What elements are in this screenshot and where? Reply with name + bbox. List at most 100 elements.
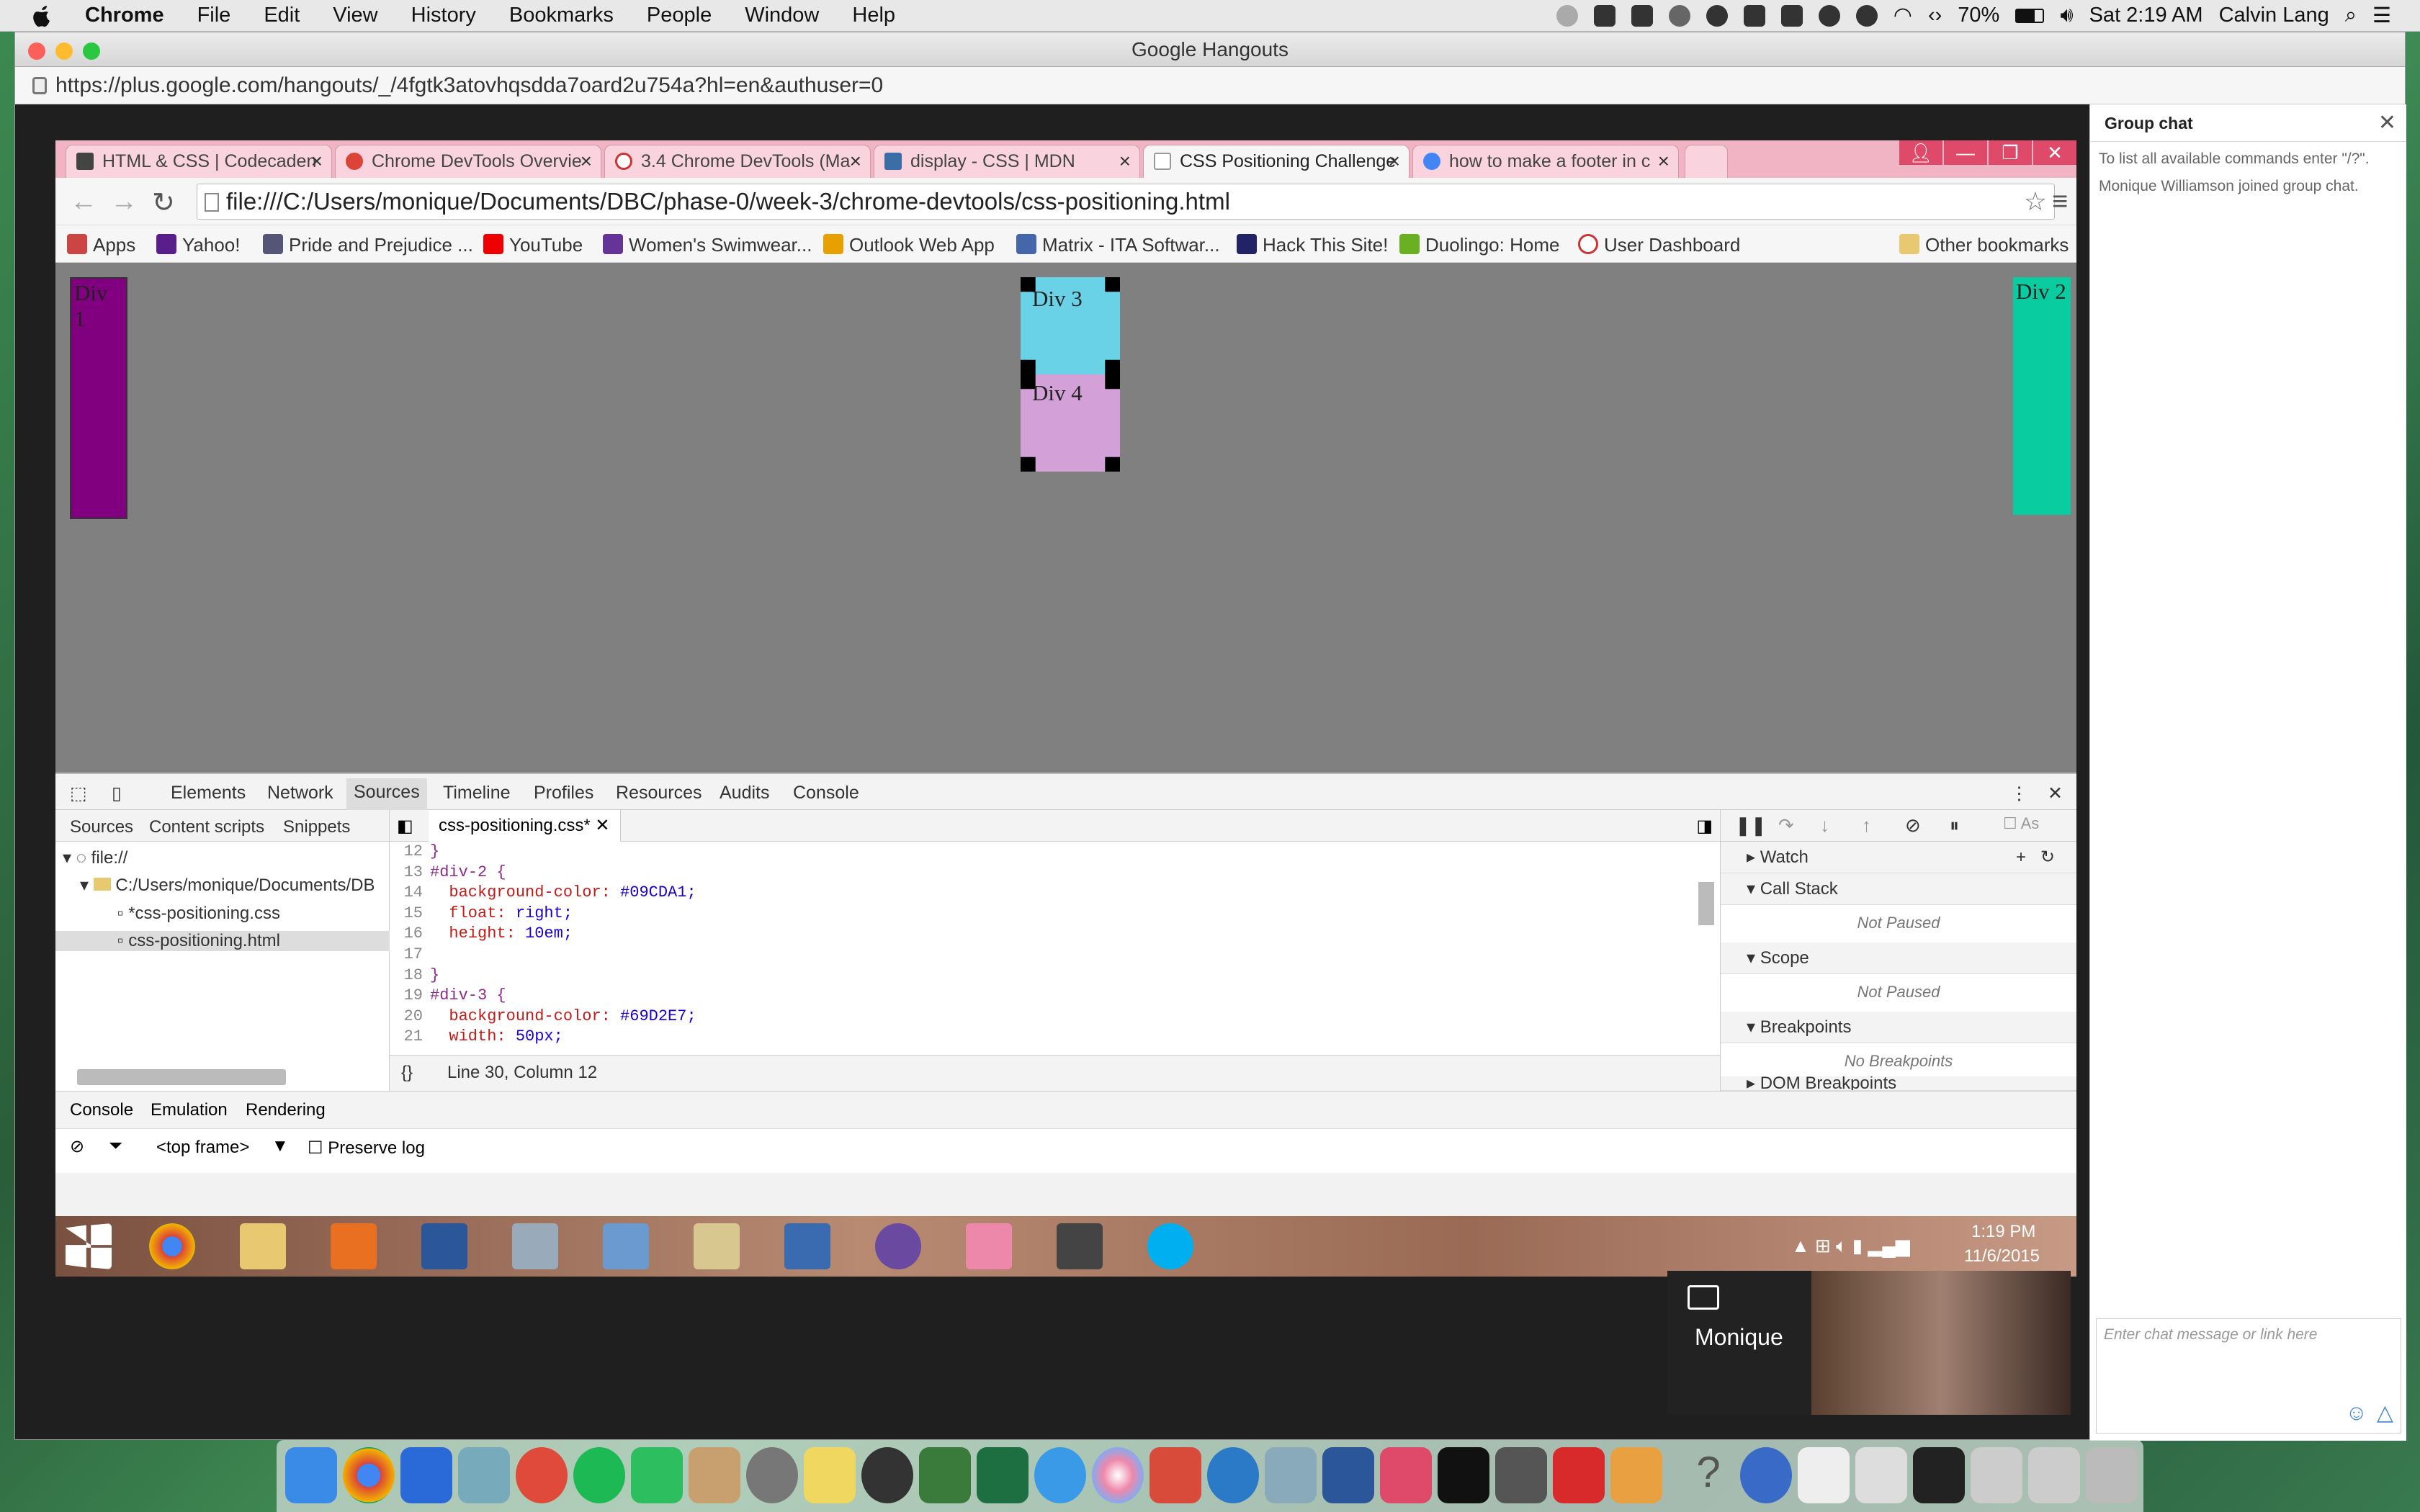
1password-icon[interactable] (1855, 4, 1878, 27)
menu-file[interactable]: File (197, 4, 231, 27)
step-over-icon[interactable]: ↷ (1778, 814, 1794, 837)
spotlight-search-icon[interactable]: ⌕ (2345, 4, 2357, 27)
close-tab-icon[interactable]: × (311, 145, 323, 177)
status-icon[interactable] (1556, 4, 1578, 27)
settings-dock-icon[interactable] (746, 1447, 798, 1503)
drive-icon[interactable]: △ (2377, 1400, 2393, 1426)
folder-taskbar-icon[interactable] (694, 1223, 740, 1269)
sublime-taskbar-icon[interactable] (1057, 1223, 1103, 1269)
sublime-dock-icon[interactable] (1495, 1447, 1547, 1503)
menu-edit[interactable]: Edit (264, 4, 300, 27)
star-icon[interactable]: ☆ (2024, 184, 2047, 219)
add-watch-icon[interactable]: + (2016, 842, 2026, 873)
close-tab-icon[interactable]: × (1389, 145, 1400, 177)
battery-icon[interactable] (2015, 8, 2045, 23)
browser-tab[interactable]: display - CSS | MDN × (874, 145, 1140, 178)
contacts-dock-icon[interactable] (689, 1447, 740, 1503)
powershell-taskbar-icon[interactable] (784, 1223, 830, 1269)
github-taskbar-icon[interactable] (875, 1223, 921, 1269)
div-4[interactable]: Div 4 (1021, 374, 1120, 472)
keynote-dock-icon[interactable] (1610, 1447, 1662, 1503)
zoom-window-button[interactable] (83, 42, 100, 60)
books-dock-icon[interactable] (919, 1447, 971, 1503)
bookmark-swimwear[interactable]: Women's Swimwear... (603, 234, 812, 256)
horizontal-scrollbar[interactable] (77, 1069, 286, 1085)
nav-tab-sources[interactable]: Sources (70, 817, 133, 837)
close-file-icon[interactable]: ✕ (595, 816, 609, 835)
drawer-tab-console[interactable]: Console (70, 1100, 133, 1120)
code-line[interactable]: 12} (390, 842, 1693, 863)
frame-dropdown-icon[interactable]: ▼ (272, 1136, 289, 1156)
tab-audits[interactable]: Audits (720, 783, 769, 804)
bookmark-matrix[interactable]: Matrix - ITA Softwar... (1016, 234, 1220, 256)
other-bookmarks[interactable]: Other bookmarks (1899, 234, 2069, 256)
close-tab-icon[interactable]: × (581, 145, 592, 177)
evernote-dock-icon[interactable] (631, 1447, 683, 1503)
preserve-log-checkbox[interactable]: ☐ Preserve log (308, 1138, 425, 1158)
device-mode-icon[interactable]: ▯ (112, 783, 122, 804)
frame-selector[interactable]: <top frame> (156, 1138, 249, 1158)
menu-people[interactable]: People (647, 4, 712, 27)
div-2[interactable]: Div 2 (2013, 277, 2071, 515)
info-icon[interactable] (1706, 4, 1728, 27)
menu-history[interactable]: History (411, 4, 476, 27)
browser-tab-active[interactable]: CSS Positioning Challenge × (1143, 145, 1410, 178)
menu-app-name[interactable]: Chrome (85, 4, 164, 27)
toggle-debugger-icon[interactable]: ◨ (1696, 816, 1713, 837)
finder-dock-icon[interactable] (285, 1447, 337, 1503)
pause-exceptions-icon[interactable]: ⏸︎ (1950, 814, 1959, 837)
menu-help[interactable]: Help (852, 4, 895, 27)
volume-icon[interactable]: 🔊︎ (2060, 4, 2073, 27)
bookmark-yahoo[interactable]: Yahoo! (156, 234, 240, 256)
deactivate-breakpoints-icon[interactable]: ⊘ (1905, 814, 1921, 837)
code-line[interactable]: 19 #div-3 { (390, 986, 1693, 1007)
editor-scrollbar[interactable] (1698, 882, 1714, 925)
excel-dock-icon[interactable] (977, 1447, 1028, 1503)
drawer-tab-emulation[interactable]: Emulation (151, 1100, 228, 1120)
calculator-taskbar-icon[interactable] (512, 1223, 558, 1269)
evernote-icon[interactable] (1593, 4, 1615, 27)
watch-section[interactable]: ▸ Watch + ↻ (1721, 842, 2076, 873)
te-dock-icon[interactable] (1207, 1447, 1259, 1503)
toggle-navigator-icon[interactable]: ◧ (397, 816, 413, 837)
refresh-watch-icon[interactable]: ↻ (2040, 842, 2055, 873)
nav-tab-content-scripts[interactable]: Content scripts (149, 817, 264, 837)
browser-tab[interactable]: HTML & CSS | Codecaden × (66, 145, 332, 178)
pinwheel-taskbar-icon[interactable] (966, 1223, 1012, 1269)
dropbox-icon[interactable] (1631, 4, 1653, 27)
close-window-button[interactable] (28, 42, 45, 60)
tree-item-selected[interactable]: ▫ css-positioning.html (55, 931, 390, 951)
bookmark-outlook[interactable]: Outlook Web App (823, 234, 995, 256)
close-tab-icon[interactable]: × (850, 145, 861, 177)
bookmark-youtube[interactable]: YouTube (483, 234, 583, 256)
network-dock-icon[interactable] (400, 1447, 452, 1503)
photos-dock-icon[interactable] (1092, 1447, 1144, 1503)
address-bar[interactable]: file:///C:/Users/monique/Documents/DBC/p… (197, 184, 2055, 220)
browser-tab[interactable]: how to make a footer in c × (1412, 145, 1679, 178)
taskbar-time[interactable]: 1:19 PM (1971, 1222, 2035, 1242)
hangouts-url[interactable]: https://plus.google.com/hangouts/_/4fgtk… (55, 73, 883, 97)
menu-bookmarks[interactable]: Bookmarks (509, 4, 614, 27)
menu-view[interactable]: View (333, 4, 377, 27)
wifi-icon[interactable]: ◠ (1894, 3, 1912, 28)
user-name[interactable]: Calvin Lang (2219, 4, 2329, 27)
tab-timeline[interactable]: Timeline (443, 783, 511, 804)
monitor-icon[interactable] (1780, 4, 1803, 27)
pause-icon[interactable]: ❚❚ (1735, 814, 1767, 837)
tab-elements[interactable]: Elements (171, 783, 246, 804)
profile-button[interactable]: 👤︎ (1899, 140, 1942, 165)
tree-item[interactable]: ▾ C:/Users/monique/Documents/DB (80, 875, 375, 896)
menu-window[interactable]: Window (745, 4, 819, 27)
restore-button[interactable]: ❐ (1989, 140, 2032, 165)
minimize-button[interactable]: — (1944, 140, 1987, 165)
media-taskbar-icon[interactable] (331, 1223, 377, 1269)
code-line[interactable]: 14 background-color: #09CDA1; (390, 883, 1693, 904)
close-tab-icon[interactable]: × (1658, 145, 1670, 177)
mail-dock-icon[interactable] (458, 1447, 510, 1503)
code-lines[interactable]: 12} 13 #div-2 {14 background-color: #09CDA… (390, 842, 1693, 1055)
bookmark-pride[interactable]: Pride and Prejudice ... (263, 234, 473, 256)
more-menu-icon[interactable]: ⋮ (2010, 783, 2028, 804)
terminal-window-dock-icon[interactable] (1913, 1447, 1965, 1503)
tree-item[interactable]: ▾ ◌ file:// (63, 847, 127, 868)
terminal-dock-icon[interactable] (1438, 1447, 1489, 1503)
